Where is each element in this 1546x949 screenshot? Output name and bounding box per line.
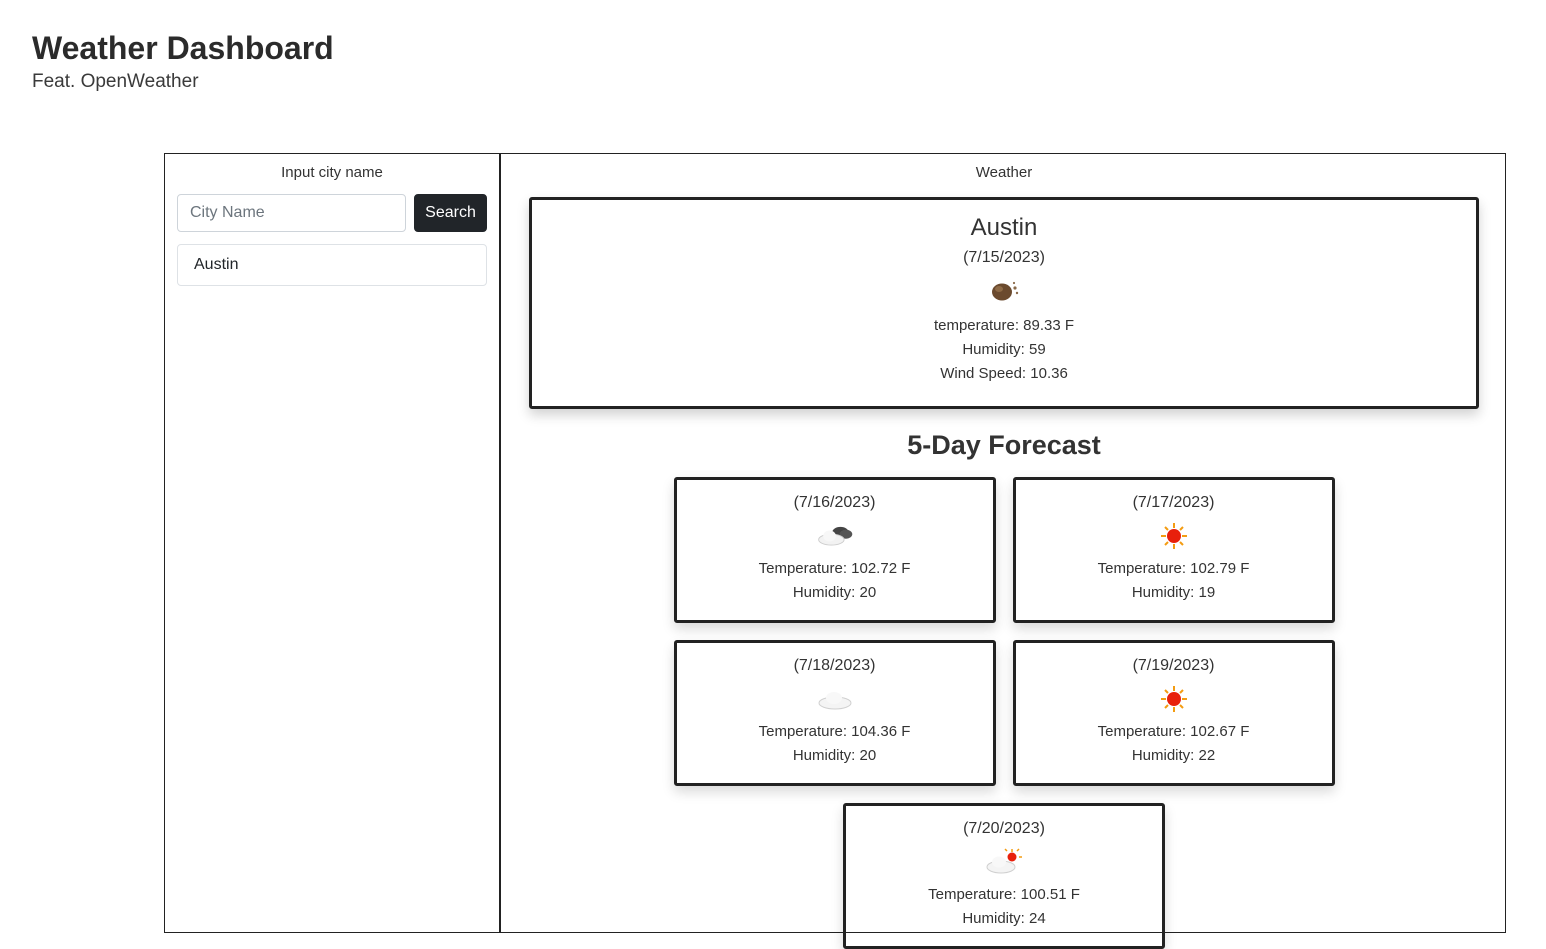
current-wind-speed: Wind Speed: 10.36 <box>940 365 1068 382</box>
dust-icon <box>992 281 1019 301</box>
city-name-input[interactable] <box>177 194 406 232</box>
few-clouds-icon <box>986 848 1022 874</box>
weather-panel-title: Weather <box>975 164 1033 181</box>
current-temperature: temperature: 89.33 F <box>933 317 1075 334</box>
forecast-temperature: Temperature: 102.79 F <box>1097 560 1250 577</box>
forecast-stats: Temperature: 100.51 F Humidity: 24 <box>846 883 1162 931</box>
dashboard-layout: Input city name Search Austin Weather Au… <box>164 153 1507 949</box>
forecast-stats: Temperature: 102.67 F Humidity: 22 <box>1016 720 1332 768</box>
page-subtitle: Feat. OpenWeather <box>32 71 199 92</box>
forecast-card: (7/18/2023) Temperature: 104.36 F Humidi… <box>673 640 996 786</box>
forecast-temperature: Temperature: 100.51 F <box>928 886 1080 903</box>
forecast-temperature: Temperature: 102.72 F <box>758 560 911 577</box>
current-stats: temperature: 89.33 F Humidity: 59 Wind S… <box>532 314 1476 386</box>
forecast-humidity: Humidity: 20 <box>792 747 877 764</box>
current-city: Austin <box>970 214 1038 241</box>
broken-clouds-icon <box>817 526 852 546</box>
forecast-card: (7/19/2023) Temperature: 102.67 F Humidi… <box>1012 640 1335 786</box>
history-item-austin[interactable]: Austin <box>177 244 487 286</box>
forecast-date: (7/16/2023) <box>793 494 876 511</box>
forecast-humidity: Humidity: 19 <box>1131 584 1216 601</box>
forecast-card: (7/16/2023) Temperature: 102.72 F Humidi… <box>673 477 996 623</box>
current-date: (7/15/2023) <box>963 249 1045 266</box>
forecast-stats: Temperature: 104.36 F Humidity: 20 <box>677 720 993 768</box>
search-history-list: Austin <box>177 244 487 286</box>
current-weather-card: Austin (7/15/2023) temperature: 89.33 F … <box>529 197 1479 409</box>
cloud-icon <box>818 692 851 710</box>
forecast-heading: 5-Day Forecast <box>907 430 1101 460</box>
current-humidity: Humidity: 59 <box>962 341 1046 358</box>
forecast-date: (7/20/2023) <box>963 820 1045 837</box>
forecast-humidity: Humidity: 22 <box>1131 747 1216 764</box>
search-button[interactable]: Search <box>414 194 487 232</box>
forecast-stats: Temperature: 102.72 F Humidity: 20 <box>677 557 993 605</box>
search-row: Search <box>177 194 487 232</box>
forecast-card: (7/17/2023) Temperature: 102.79 F Humidi… <box>1012 477 1335 623</box>
forecast-date: (7/19/2023) <box>1132 657 1215 674</box>
page-header: Weather Dashboard Feat. OpenWeather <box>32 28 334 96</box>
weather-panel: Weather Austin (7/15/2023) temperature: … <box>501 154 1507 949</box>
forecast-grid: (7/16/2023) Temperature: 102.72 F Humidi… <box>656 477 1352 949</box>
clear-sky-icon <box>1160 686 1187 712</box>
forecast-card: (7/20/2023) Temperature: 100.51 F Humidi… <box>843 803 1165 949</box>
forecast-date: (7/17/2023) <box>1132 494 1215 511</box>
forecast-temperature: Temperature: 104.36 F <box>758 723 911 740</box>
forecast-humidity: Humidity: 20 <box>792 584 877 601</box>
search-sidebar: Input city name Search Austin <box>165 154 501 932</box>
forecast-temperature: Temperature: 102.67 F <box>1097 723 1250 740</box>
forecast-stats: Temperature: 102.79 F Humidity: 19 <box>1016 557 1332 605</box>
clear-sky-icon <box>1160 523 1187 549</box>
forecast-humidity: Humidity: 24 <box>962 910 1046 927</box>
page-title: Weather Dashboard <box>32 30 334 66</box>
forecast-date: (7/18/2023) <box>793 657 876 674</box>
sidebar-title: Input city name <box>281 164 383 181</box>
